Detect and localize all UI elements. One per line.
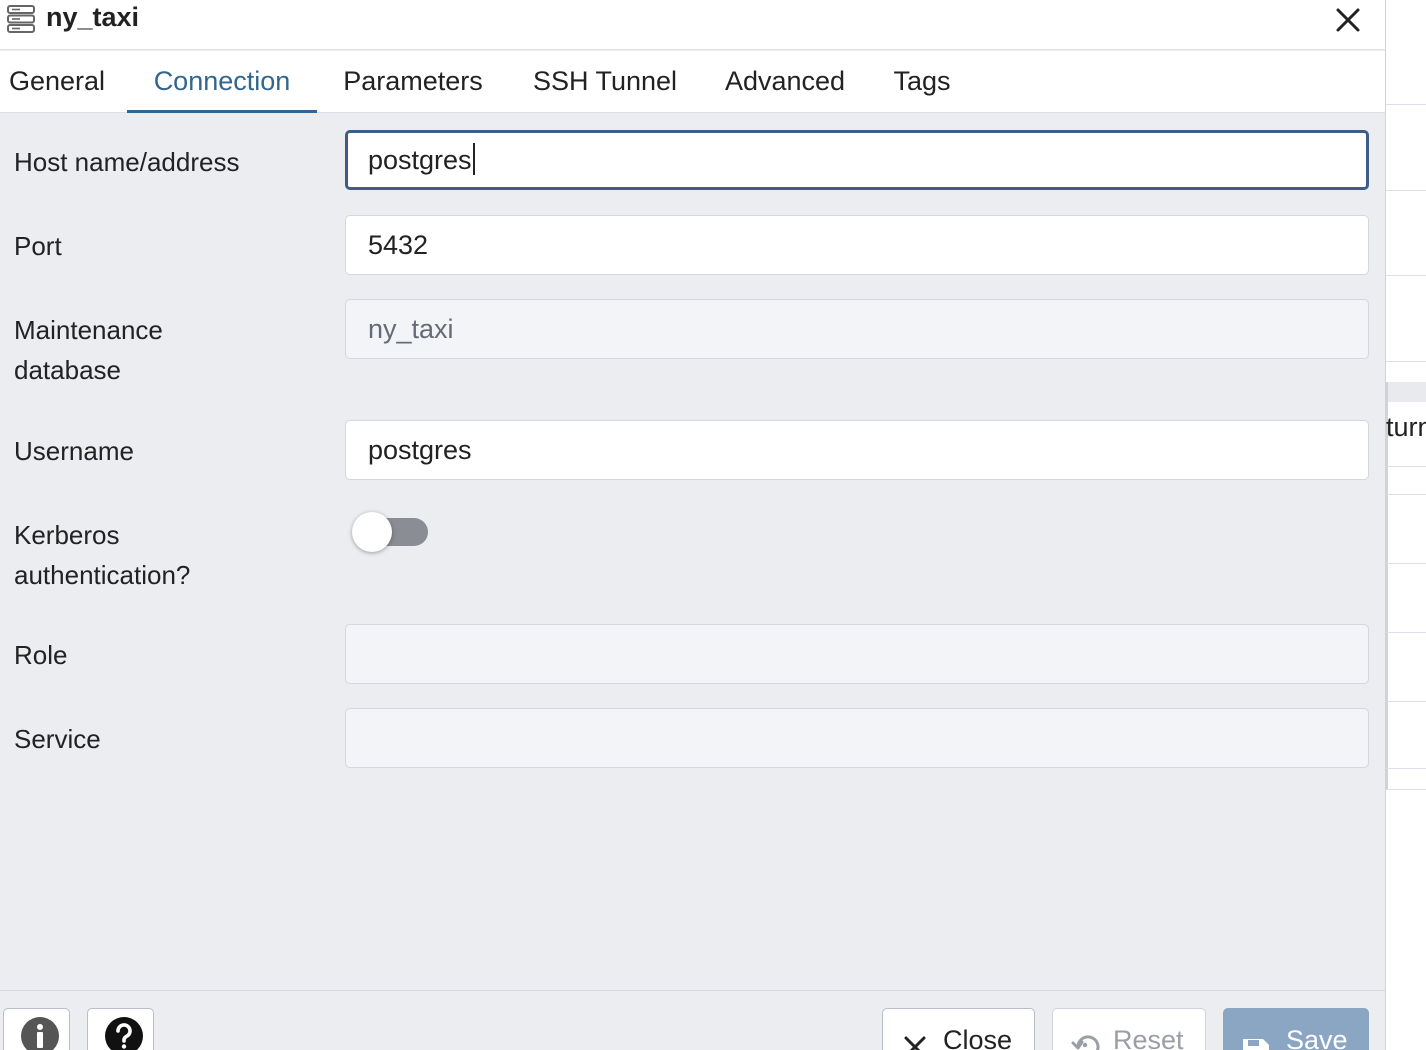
tab-parameters[interactable]: Parameters: [337, 51, 489, 113]
help-icon: [105, 1017, 143, 1050]
reset-button[interactable]: Reset: [1052, 1008, 1206, 1050]
kerberos-toggle[interactable]: [352, 512, 430, 552]
background-row-divider: [1386, 361, 1426, 362]
tab-general[interactable]: General: [6, 51, 108, 113]
service-input[interactable]: [345, 708, 1369, 768]
tab-connection[interactable]: Connection: [127, 51, 317, 113]
host-input[interactable]: postgres: [345, 130, 1369, 190]
background-header-band: [1386, 382, 1426, 402]
background-app: turn: [1386, 0, 1426, 1050]
background-row-divider: [1386, 632, 1426, 633]
kerberos-label-line2: authentication?: [14, 560, 191, 590]
maintenance-db-label-line1: Maintenance: [14, 315, 163, 345]
background-row-divider: [1386, 789, 1426, 790]
maintenance-db-label-line2: database: [14, 355, 121, 385]
dialog-title: ny_taxi: [46, 2, 140, 32]
close-x-icon: [904, 1036, 926, 1050]
username-input[interactable]: [345, 420, 1369, 480]
service-label: Service: [14, 724, 101, 754]
tab-advanced[interactable]: Advanced: [720, 51, 850, 113]
background-row-divider: [1386, 494, 1426, 495]
host-value: postgres: [368, 145, 472, 175]
server-icon: [7, 5, 35, 33]
close-button-label: Close: [943, 1025, 1013, 1050]
background-row-divider: [1386, 104, 1426, 105]
background-row-divider: [1386, 701, 1426, 702]
background-row-divider: [1386, 466, 1426, 467]
dialog-titlebar[interactable]: ny_taxi: [0, 0, 1385, 50]
role-input[interactable]: [345, 624, 1369, 684]
save-button-label: Save: [1286, 1025, 1348, 1050]
reset-icon: [1071, 1035, 1100, 1050]
tab-ssh-tunnel[interactable]: SSH Tunnel: [529, 51, 681, 113]
username-label: Username: [14, 436, 134, 466]
port-label: Port: [14, 231, 62, 261]
port-input[interactable]: [345, 215, 1369, 275]
tab-bar: General Connection Parameters SSH Tunnel…: [0, 51, 1385, 113]
background-row-divider: [1386, 768, 1426, 769]
background-row-divider: [1386, 275, 1426, 276]
text-caret: [472, 143, 475, 175]
maintenance-db-input[interactable]: [345, 299, 1369, 359]
background-row-divider: [1386, 563, 1426, 564]
info-icon: [21, 1017, 59, 1050]
reset-button-label: Reset: [1113, 1025, 1184, 1050]
server-properties-dialog: ny_taxi General Connection Parameters SS…: [0, 0, 1386, 1050]
save-button[interactable]: Save: [1223, 1008, 1369, 1050]
close-button[interactable]: Close: [882, 1008, 1035, 1050]
help-button[interactable]: [87, 1008, 154, 1050]
toggle-knob: [352, 512, 392, 552]
role-label: Role: [14, 640, 68, 670]
info-button[interactable]: [3, 1008, 70, 1050]
kerberos-label-line1: Kerberos: [14, 520, 120, 550]
tab-tags[interactable]: Tags: [890, 51, 954, 113]
background-partial-text: turn: [1386, 412, 1426, 442]
save-icon: [1243, 1039, 1269, 1050]
background-column-divider: [1386, 382, 1388, 790]
close-icon[interactable]: [1330, 2, 1366, 38]
screen: turn ny_taxi General Connection Paramete…: [0, 0, 1426, 1050]
host-label: Host name/address: [14, 147, 240, 177]
background-row-divider: [1386, 190, 1426, 191]
